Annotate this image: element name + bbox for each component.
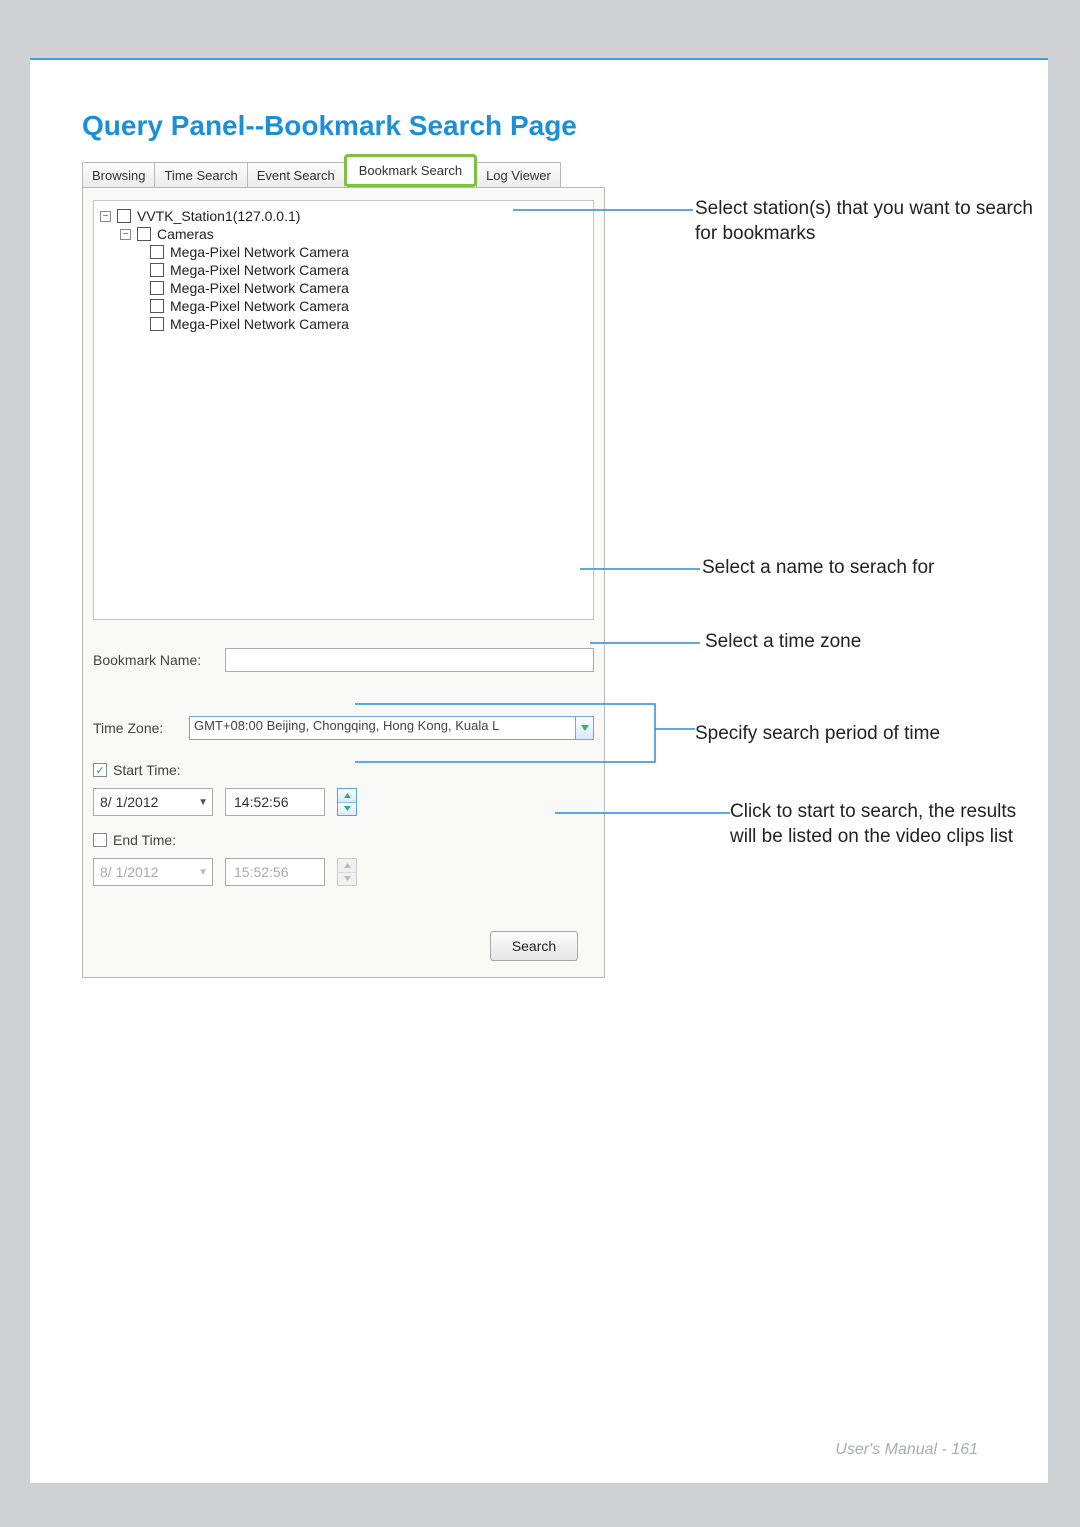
start-time-value: 14:52:56 [234,794,289,810]
timezone-value: GMT+08:00 Beijing, Chongqing, Hong Kong,… [194,718,499,733]
checkbox-end-time[interactable] [93,833,107,847]
tree-camera-row[interactable]: Mega-Pixel Network Camera [100,243,587,261]
checkbox-station[interactable] [117,209,131,223]
timezone-label: Time Zone: [93,720,177,736]
end-time-label: End Time: [113,832,176,848]
dropdown-icon[interactable] [575,717,593,739]
tree-camera-label: Mega-Pixel Network Camera [170,316,349,332]
timezone-select[interactable]: GMT+08:00 Beijing, Chongqing, Hong Kong,… [189,716,594,740]
start-datetime-row: 8/ 1/2012 ▼ 14:52:56 [93,788,594,816]
tree-cameras-label: Cameras [157,226,214,242]
checkbox-cameras[interactable] [137,227,151,241]
spin-up-icon[interactable] [338,789,356,803]
checkbox-camera[interactable] [150,281,164,295]
tree-camera-label: Mega-Pixel Network Camera [170,280,349,296]
start-time-check-row: ✓ Start Time: [93,762,594,778]
bookmark-name-row: Bookmark Name: [93,648,594,672]
bookmark-name-label: Bookmark Name: [93,652,213,668]
tree-camera-label: Mega-Pixel Network Camera [170,262,349,278]
callout-period: Specify search period of time [695,722,1025,747]
bookmark-name-input[interactable] [225,648,594,672]
chevron-down-icon[interactable]: ▼ [198,867,208,878]
tree-camera-row[interactable]: Mega-Pixel Network Camera [100,315,587,333]
tree-cameras-row[interactable]: − Cameras [100,225,587,243]
chevron-down-icon[interactable]: ▼ [198,797,208,808]
callout-stations: Select station(s) that you want to searc… [695,197,1035,246]
checkbox-camera[interactable] [150,263,164,277]
checkbox-camera[interactable] [150,299,164,313]
tab-bookmark-search[interactable]: Bookmark Search [344,154,477,187]
panel-body: − VVTK_Station1(127.0.0.1) − Cameras Meg… [82,188,605,978]
expand-icon[interactable]: − [120,229,131,240]
callout-name: Select a name to serach for [702,556,1032,581]
end-time-spinner [337,858,357,886]
tree-camera-label: Mega-Pixel Network Camera [170,298,349,314]
search-button[interactable]: Search [490,931,578,961]
start-time-field[interactable]: 14:52:56 [225,788,325,816]
tab-browsing[interactable]: Browsing [82,162,155,187]
end-date-value: 8/ 1/2012 [100,864,158,880]
spin-down-icon [338,873,356,886]
tree-camera-row[interactable]: Mega-Pixel Network Camera [100,261,587,279]
end-datetime-row: 8/ 1/2012 ▼ 15:52:56 [93,858,594,886]
tab-bar: Browsing Time Search Event Search Bookma… [82,158,605,188]
tree-camera-label: Mega-Pixel Network Camera [170,244,349,260]
tree-camera-row[interactable]: Mega-Pixel Network Camera [100,297,587,315]
tree-station-row[interactable]: − VVTK_Station1(127.0.0.1) [100,207,587,225]
start-date-field[interactable]: 8/ 1/2012 ▼ [93,788,213,816]
end-time-check-row: End Time: [93,832,594,848]
tab-log-viewer[interactable]: Log Viewer [476,162,561,187]
start-time-spinner[interactable] [337,788,357,816]
checkbox-camera[interactable] [150,245,164,259]
tree-camera-row[interactable]: Mega-Pixel Network Camera [100,279,587,297]
start-date-value: 8/ 1/2012 [100,794,158,810]
tab-time-search[interactable]: Time Search [154,162,247,187]
end-time-field[interactable]: 15:52:56 [225,858,325,886]
start-time-label: Start Time: [113,762,181,778]
callout-timezone: Select a time zone [705,630,1035,655]
checkbox-start-time[interactable]: ✓ [93,763,107,777]
checkbox-camera[interactable] [150,317,164,331]
tab-event-search[interactable]: Event Search [247,162,345,187]
timezone-row: Time Zone: GMT+08:00 Beijing, Chongqing,… [93,716,594,740]
tree-station-label: VVTK_Station1(127.0.0.1) [137,208,300,224]
page-container: Query Panel--Bookmark Search Page Browsi… [30,58,1048,1483]
spin-down-icon[interactable] [338,803,356,816]
end-date-field[interactable]: 8/ 1/2012 ▼ [93,858,213,886]
expand-icon[interactable]: − [100,211,111,222]
callout-search: Click to start to search, the results wi… [730,800,1040,849]
spin-up-icon [338,859,356,873]
page-footer: User's Manual - 161 [835,1441,978,1459]
page-title: Query Panel--Bookmark Search Page [82,110,577,142]
query-panel: Browsing Time Search Event Search Bookma… [82,158,605,978]
station-tree[interactable]: − VVTK_Station1(127.0.0.1) − Cameras Meg… [93,200,594,620]
end-time-value: 15:52:56 [234,864,289,880]
